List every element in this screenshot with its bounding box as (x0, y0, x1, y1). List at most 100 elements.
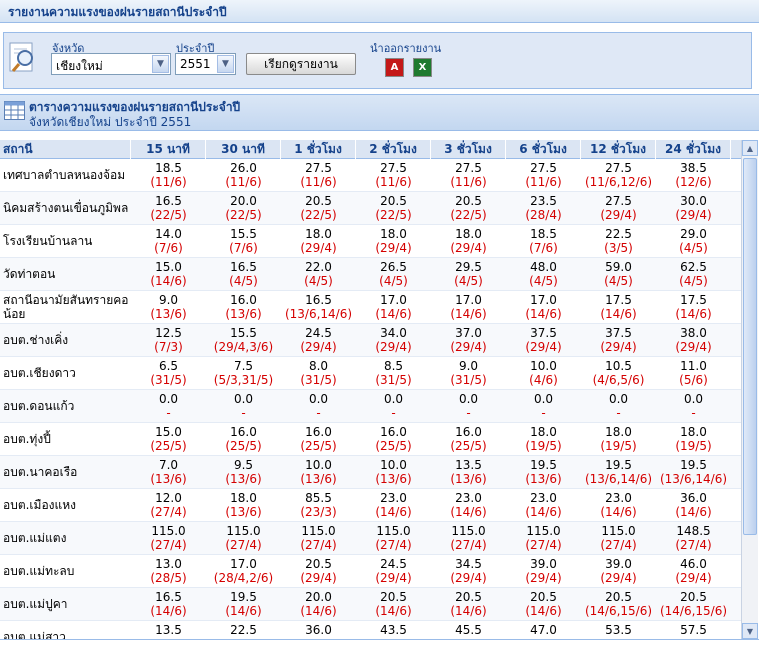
rainfall-value: 16.0 (305, 425, 332, 439)
table-row[interactable]: อบต.แม่ปูคา 16.5 (14/6) 19.5 (14/6) 20.0 (14/6… (0, 588, 741, 621)
table-row[interactable]: วัดท่าตอน 15.0 (14/6) 16.5 (4/5) 22.0 (4/5) 26.… (0, 258, 741, 291)
rainfall-date: (31/5) (375, 373, 412, 387)
table-header: สถานี 15 นาที 30 นาที 1 ชั่วโมง 2 ชั่วโมง 3 ช… (0, 140, 741, 159)
rainfall-value: 20.5 (380, 194, 407, 208)
rainfall-value: 10.5 (605, 359, 632, 373)
rainfall-date: (4/5) (679, 274, 708, 288)
rainfall-value: 29.0 (680, 227, 707, 241)
rainfall-date: (4/5) (304, 274, 333, 288)
view-report-button[interactable]: เรียกดูรายงาน (246, 53, 356, 75)
rainfall-cell: 18.0 (19/5) (506, 423, 581, 455)
rainfall-date: (29/4) (675, 340, 712, 354)
rainfall-value: 17.0 (380, 293, 407, 307)
column-header[interactable]: 15 นาที (131, 140, 206, 159)
column-header[interactable]: 12 ชั่วโมง (581, 140, 656, 159)
rainfall-value: 39.0 (530, 557, 557, 571)
rainfall-cell: 0.0- (431, 390, 506, 422)
rainfall-value: 12.0 (155, 491, 182, 505)
rainfall-cell: 29.5 (4/5) (431, 258, 506, 290)
year-select[interactable]: 2551 ▼ (175, 53, 236, 75)
column-header[interactable]: 24 ชั่วโมง (656, 140, 731, 159)
rainfall-cell: 7.5 (5/3,31/5) (206, 357, 281, 389)
rainfall-cell: 15.0 (25/5) (131, 423, 206, 455)
table-row[interactable]: อบต.แม่สาว 13.5 22.5 36.0 43.5 45.5 47.0 53.5 57… (0, 621, 741, 639)
rainfall-value: 115.0 (376, 524, 411, 538)
rainfall-cell: 18.5 (11/6) (131, 159, 206, 191)
rainfall-date: (14/6) (225, 604, 262, 618)
scroll-up-icon[interactable]: ▲ (742, 140, 758, 156)
table-row[interactable]: โรงเรียนบ้านลาน 14.0 (7/6) 15.5 (7/6) 18.0 (29… (0, 225, 741, 258)
chevron-down-icon[interactable]: ▼ (217, 55, 234, 73)
station-name: อบต.นาคอเรือ (3, 465, 78, 479)
scroll-thumb[interactable] (743, 158, 757, 535)
rainfall-date: - (316, 406, 321, 420)
vertical-scrollbar[interactable]: ▲ ▼ (741, 140, 758, 639)
rainfall-value: 6.5 (158, 359, 179, 373)
table-row[interactable]: อบต.เชียงดาว 6.5 (31/5) 7.5 (5/3,31/5) 8.0 (31… (0, 357, 741, 390)
province-select[interactable]: เชียงใหม่ ▼ (51, 53, 171, 75)
table-row[interactable]: อบต.ทุ่งปี้ 15.0 (25/5) 16.0 (25/5) 16.0 (25/5… (0, 423, 741, 456)
rainfall-cell: 17.5 (14/6) (581, 291, 656, 323)
column-header[interactable]: 3 ชั่วโมง (431, 140, 506, 159)
rainfall-cell: 9.5 (13/6) (206, 456, 281, 488)
rainfall-date: (7/6) (229, 241, 258, 255)
column-header[interactable]: สถานี (0, 140, 131, 159)
column-header[interactable]: 1 ชั่วโมง (281, 140, 356, 159)
rainfall-date: (29/4) (375, 340, 412, 354)
column-header[interactable]: 6 ชั่วโมง (506, 140, 581, 159)
rainfall-value: 85.5 (305, 491, 332, 505)
rainfall-value: 115.0 (301, 524, 336, 538)
rainfall-date: (29/4) (675, 208, 712, 222)
rainfall-value: 36.0 (305, 623, 332, 637)
rainfall-cell: 16.0 (25/5) (281, 423, 356, 455)
rainfall-date: (3/5) (604, 241, 633, 255)
rainfall-date: (13/6) (225, 307, 262, 321)
station-name: โรงเรียนบ้านลาน (3, 234, 93, 248)
rainfall-value: 43.5 (380, 623, 407, 637)
rainfall-cell: 19.5 (14/6) (206, 588, 281, 620)
rainfall-value: 19.5 (530, 458, 557, 472)
rainfall-value: 48.0 (530, 260, 557, 274)
rainfall-value: 22.5 (605, 227, 632, 241)
rainfall-date: (13/6) (225, 505, 262, 519)
column-header[interactable]: 30 นาที (206, 140, 281, 159)
scroll-down-icon[interactable]: ▼ (742, 623, 758, 639)
rainfall-cell: 17.5 (14/6) (656, 291, 731, 323)
rainfall-value: 15.0 (155, 425, 182, 439)
rainfall-value: 23.5 (530, 194, 557, 208)
table-row[interactable]: อบต.แม่ทะลบ 13.0 (28/5) 17.0 (28/4,2/6) 20.5(… (0, 555, 741, 588)
pdf-icon[interactable]: A (385, 58, 404, 77)
rainfall-date: (27/4) (150, 538, 187, 552)
rainfall-value: 23.0 (380, 491, 407, 505)
table-row[interactable]: นิคมสร้างตนเขื่อนภูมิพล 16.5 (22/5) 20.0 (22… (0, 192, 741, 225)
rainfall-cell: 43.5 (356, 621, 431, 639)
rainfall-cell: 20.5 (14/6) (431, 588, 506, 620)
rainfall-date: (23/3) (300, 505, 337, 519)
table-row[interactable]: อบต.ดอนแก้ว 0.0-0.0-0.0-0.0-0.0-0.0-0.0-0… (0, 390, 741, 423)
chevron-down-icon[interactable]: ▼ (152, 55, 169, 73)
excel-icon[interactable]: X (413, 58, 432, 77)
rainfall-date: (27/4) (225, 538, 262, 552)
rainfall-cell: 17.0 (28/4,2/6) (206, 555, 281, 587)
rainfall-cell: 14.0 (7/6) (131, 225, 206, 257)
rainfall-value: 20.5 (305, 557, 332, 571)
table-row[interactable]: เทศบาลตำบลหนองจ้อม 18.5 (11/6) 26.0 (11/6) 27… (0, 159, 741, 192)
rainfall-date: (11/6) (375, 175, 412, 189)
column-header[interactable]: 2 ชั่วโมง (356, 140, 431, 159)
table-row[interactable]: อบต.เมืองแหง 12.0 (27/4) 18.0 (13/6) 85.5 (23/… (0, 489, 741, 522)
rainfall-value: 15.5 (230, 326, 257, 340)
rainfall-value: 59.0 (605, 260, 632, 274)
rainfall-cell: 53.5 (581, 621, 656, 639)
rainfall-value: 53.5 (605, 623, 632, 637)
rainfall-cell: 18.0 (19/5) (656, 423, 731, 455)
table-row[interactable]: อบต.แม่แตง 115.0 (27/4) 115.0 (27/4) 115.0 (27… (0, 522, 741, 555)
rainfall-date: (14/6) (450, 307, 487, 321)
table-row[interactable]: สถานีอนามัยสันทรายคอน้อย 9.0 (13/6) 16.0 (13… (0, 291, 741, 324)
rainfall-date: (29/4) (600, 571, 637, 585)
rainfall-date: (25/5) (300, 439, 337, 453)
rainfall-date: (28/5) (150, 571, 187, 585)
table-row[interactable]: อบต.นาคอเรือ 7.0 (13/6) 9.5 (13/6) 10.0 (13/6)… (0, 456, 741, 489)
table-row[interactable]: อบต.ช่างเคิ่ง 12.5 (7/3) 15.5 (29/4,3/6) 24.5… (0, 324, 741, 357)
rainfall-date: (14/6) (150, 274, 187, 288)
rainfall-date: (29/4) (300, 241, 337, 255)
